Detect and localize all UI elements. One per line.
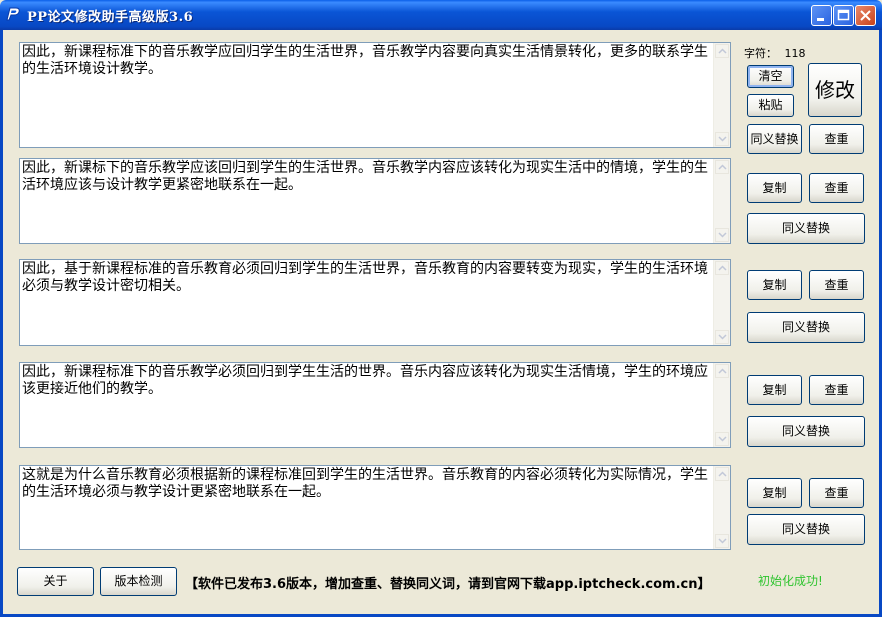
- result-text-1: 因此，新课标下的音乐教学应该回归到学生的生活世界。音乐教学内容应该转化为现实生活…: [22, 160, 708, 193]
- scroll-down-button[interactable]: [715, 132, 729, 146]
- version-check-label: 版本检测: [114, 574, 163, 588]
- version-check-button[interactable]: 版本检测: [100, 567, 177, 596]
- check-duplicate-button-4[interactable]: 查重: [809, 478, 864, 508]
- check-duplicate-button-1[interactable]: 查重: [809, 173, 864, 203]
- about-button[interactable]: 关于: [17, 567, 94, 596]
- copy-label: 复制: [762, 181, 787, 195]
- chevron-up-icon: [718, 48, 727, 54]
- scroll-down-button[interactable]: [715, 432, 729, 446]
- char-count-label: 字符：: [744, 47, 777, 60]
- check-duplicate-label: 查重: [824, 486, 849, 500]
- modify-button[interactable]: 修改: [808, 63, 862, 117]
- copy-button-2[interactable]: 复制: [747, 270, 802, 300]
- chevron-up-icon: [718, 471, 727, 477]
- result-text-2: 因此，基于新课程标准的音乐教育必须回归到学生的生活世界，音乐教育的内容要转变为现…: [22, 261, 708, 294]
- synonym-replace-button-1[interactable]: 同义替换: [747, 213, 865, 244]
- about-label: 关于: [43, 574, 68, 588]
- copy-button-3[interactable]: 复制: [747, 375, 802, 405]
- scroll-up-button[interactable]: [715, 44, 729, 58]
- release-notice: 【软件已发布3.6版本，增加查重、替换同义词，请到官网下载app.iptchec…: [185, 577, 711, 592]
- maximize-button[interactable]: [833, 5, 854, 26]
- synonym-replace-button-0[interactable]: 同义替换: [747, 124, 802, 154]
- minimize-icon: [817, 18, 824, 21]
- synonym-replace-label: 同义替换: [750, 132, 799, 146]
- char-count-value: 118: [784, 47, 806, 60]
- chevron-down-icon: [718, 538, 727, 544]
- result-text-4: 这就是为什么音乐教育必须根据新的课程标准回到学生的生活世界。音乐教育的内容必须转…: [22, 467, 708, 500]
- chevron-up-icon: [718, 164, 727, 170]
- synonym-replace-button-2[interactable]: 同义替换: [747, 312, 865, 343]
- clear-button-label: 清空: [758, 69, 783, 83]
- paste-button[interactable]: 粘贴: [747, 94, 794, 117]
- synonym-replace-label: 同义替换: [781, 522, 830, 536]
- scroll-up-button[interactable]: [715, 261, 729, 275]
- check-duplicate-label: 查重: [824, 383, 849, 397]
- close-icon: [860, 10, 871, 21]
- copy-label: 复制: [762, 278, 787, 292]
- clear-button[interactable]: 清空: [747, 65, 794, 88]
- scroll-up-button[interactable]: [715, 467, 729, 481]
- check-duplicate-label: 查重: [824, 278, 849, 292]
- scrollbar[interactable]: [713, 260, 730, 345]
- scrollbar[interactable]: [713, 466, 730, 549]
- chevron-up-icon: [718, 265, 727, 271]
- scroll-down-button[interactable]: [715, 228, 729, 242]
- result-text-area-4[interactable]: 这就是为什么音乐教育必须根据新的课程标准回到学生的生活世界。音乐教育的内容必须转…: [19, 465, 731, 550]
- synonym-replace-label: 同义替换: [781, 424, 830, 438]
- copy-button-4[interactable]: 复制: [747, 478, 802, 508]
- check-duplicate-button-3[interactable]: 查重: [809, 375, 864, 405]
- scrollbar[interactable]: [713, 363, 730, 447]
- synonym-replace-button-4[interactable]: 同义替换: [747, 514, 865, 545]
- char-count: 字符： 118: [744, 45, 806, 61]
- maximize-icon: [837, 9, 850, 21]
- original-text-area[interactable]: 因此，新课程标准下的音乐教学应回归学生的生活世界，音乐教学内容要向真实生活情景转…: [19, 42, 731, 148]
- app-logo-icon: [6, 7, 20, 21]
- scroll-down-button[interactable]: [715, 534, 729, 548]
- synonym-replace-label: 同义替换: [781, 221, 830, 235]
- copy-button-1[interactable]: 复制: [747, 173, 802, 203]
- scrollbar[interactable]: [713, 159, 730, 243]
- synonym-replace-button-3[interactable]: 同义替换: [747, 416, 865, 447]
- modify-button-label: 修改: [815, 78, 855, 102]
- check-duplicate-button-2[interactable]: 查重: [809, 270, 864, 300]
- original-text: 因此，新课程标准下的音乐教学应回归学生的生活世界，音乐教学内容要向真实生活情景转…: [22, 44, 708, 77]
- window-title: PP论文修改助手高级版3.6: [27, 10, 194, 25]
- chevron-down-icon: [718, 334, 727, 340]
- chevron-up-icon: [718, 368, 727, 374]
- copy-label: 复制: [762, 486, 787, 500]
- scrollbar[interactable]: [713, 43, 730, 147]
- chevron-down-icon: [718, 436, 727, 442]
- result-text-3: 因此，新课程标准下的音乐教学必须回归到学生生活的世界。音乐内容应该转化为现实生活…: [22, 364, 708, 397]
- minimize-button[interactable]: [811, 5, 832, 26]
- scroll-down-button[interactable]: [715, 330, 729, 344]
- chevron-down-icon: [718, 232, 727, 238]
- paste-button-label: 粘贴: [758, 98, 783, 112]
- result-text-area-3[interactable]: 因此，新课程标准下的音乐教学必须回归到学生生活的世界。音乐内容应该转化为现实生活…: [19, 362, 731, 448]
- chevron-down-icon: [718, 136, 727, 142]
- scroll-up-button[interactable]: [715, 160, 729, 174]
- close-button[interactable]: [855, 5, 876, 26]
- scroll-up-button[interactable]: [715, 364, 729, 378]
- title-bar[interactable]: PP论文修改助手高级版3.6: [0, 0, 882, 30]
- check-duplicate-label: 查重: [824, 132, 849, 146]
- copy-label: 复制: [762, 383, 787, 397]
- check-duplicate-button-0[interactable]: 查重: [809, 124, 864, 154]
- result-text-area-2[interactable]: 因此，基于新课程标准的音乐教育必须回归到学生的生活世界，音乐教育的内容要转变为现…: [19, 259, 731, 346]
- status-text: 初始化成功!: [758, 574, 823, 588]
- result-text-area-1[interactable]: 因此，新课标下的音乐教学应该回归到学生的生活世界。音乐教学内容应该转化为现实生活…: [19, 158, 731, 244]
- synonym-replace-label: 同义替换: [781, 320, 830, 334]
- check-duplicate-label: 查重: [824, 181, 849, 195]
